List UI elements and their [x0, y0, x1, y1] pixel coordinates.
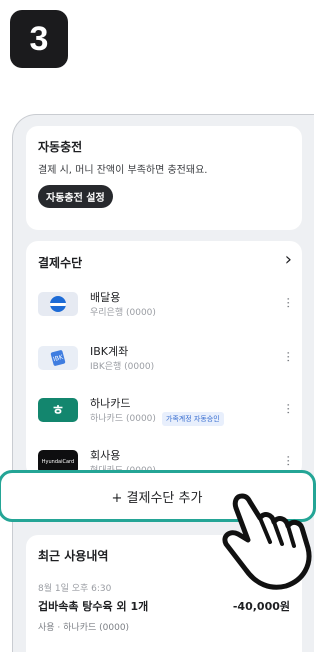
auto-charge-title: 자동충전: [38, 140, 83, 154]
step-number-badge: 3: [10, 10, 68, 68]
auto-charge-description: 결제 시, 머니 잔액이 부족하면 충전돼요.: [38, 165, 208, 176]
transaction-amount: -40,000원: [232, 600, 290, 613]
payment-item-name: 배달용: [90, 291, 121, 304]
transaction-row[interactable]: 겁바속촉 탕수육 외 1개 -40,000원: [38, 598, 290, 614]
payment-item[interactable]: IBK IBK계좌 IBK은행 (0000) ···: [38, 343, 295, 383]
woori-bank-icon: [38, 292, 78, 316]
payment-methods-card: 결제수단 › 배달용 우리은행 (0000) ··· IBK IBK계좌 IBK…: [26, 241, 302, 477]
more-options-icon[interactable]: ···: [281, 297, 295, 308]
auto-charge-card: 자동충전 결제 시, 머니 잔액이 부족하면 충전돼요. 자동충전 설정: [26, 126, 302, 230]
more-options-icon[interactable]: ···: [281, 403, 295, 414]
transaction-method: 사용 · 하나카드 (0000): [38, 623, 130, 633]
payment-item[interactable]: ㅎ 하나카드 하나카드 (0000) 가족계정 자동승인 ···: [38, 395, 295, 435]
payment-item-account: 하나카드 (0000) 가족계정 자동승인: [90, 411, 224, 426]
payment-item-name: IBK계좌: [90, 345, 129, 358]
payment-item-account: IBK은행 (0000): [90, 362, 155, 372]
transaction-merchant: 겁바속촉 탕수육 외 1개: [38, 600, 149, 613]
payment-item-account: 우리은행 (0000): [90, 308, 156, 318]
more-options-icon[interactable]: ···: [281, 351, 295, 362]
hana-card-icon: ㅎ: [38, 398, 78, 422]
payment-item-name: 회사용: [90, 449, 121, 462]
auto-charge-settings-button[interactable]: 자동충전 설정: [38, 185, 113, 208]
payment-item[interactable]: 배달용 우리은행 (0000) ···: [38, 289, 295, 329]
pointing-hand-icon: [222, 493, 312, 590]
family-auto-approve-badge: 가족계정 자동승인: [161, 411, 224, 426]
more-options-icon[interactable]: ···: [281, 455, 295, 466]
ibk-bank-icon: IBK: [38, 346, 78, 370]
chevron-right-icon[interactable]: ›: [285, 249, 292, 270]
payment-methods-title: 결제수단: [38, 256, 83, 270]
payment-item-name: 하나카드: [90, 397, 131, 410]
